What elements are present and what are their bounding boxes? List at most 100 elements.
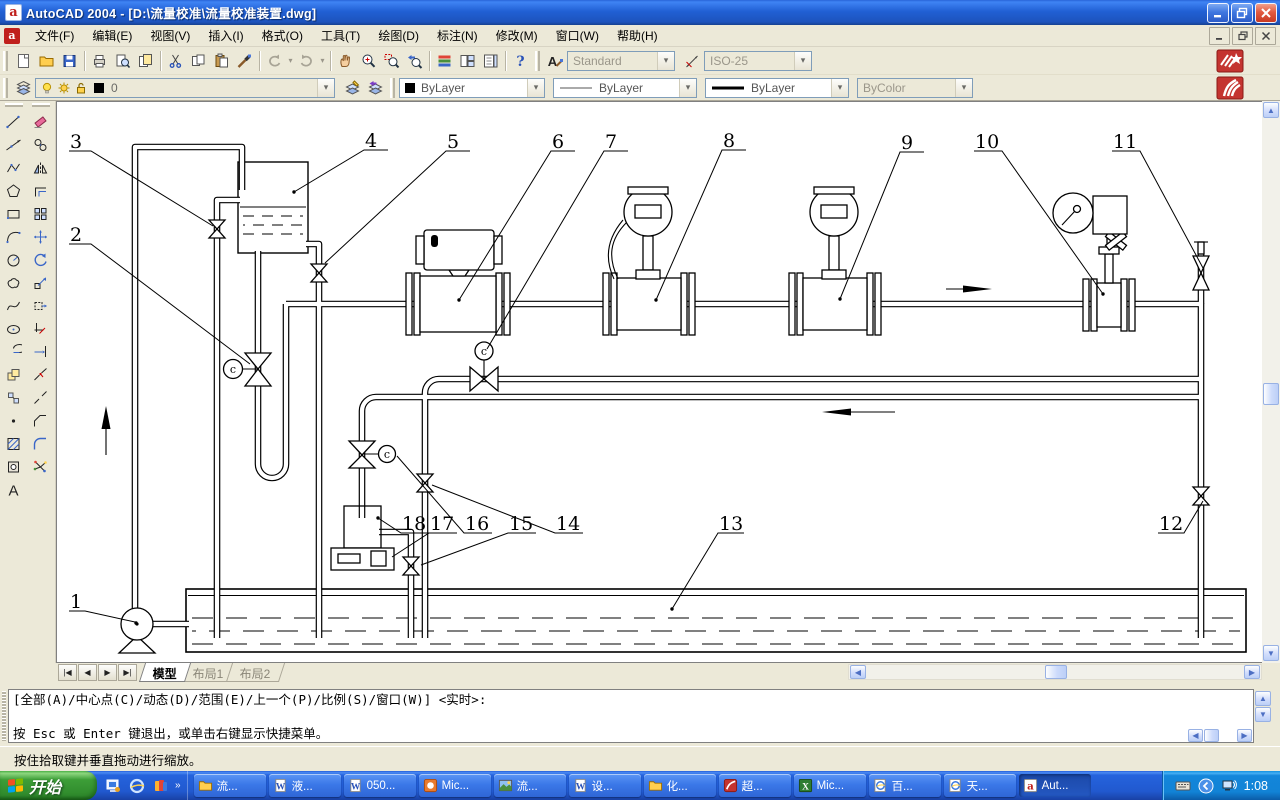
publish-icon[interactable] <box>134 50 157 72</box>
save-icon[interactable] <box>58 50 81 72</box>
menu-modify[interactable]: 修改(M) <box>487 24 547 47</box>
close-button[interactable] <box>1255 3 1277 23</box>
internet-explorer-icon[interactable] <box>128 777 146 795</box>
taskbar-item-folder-1[interactable]: 流... <box>194 774 266 797</box>
chevron-down-icon[interactable]: ▾ <box>657 52 674 70</box>
dim-style-combo[interactable]: ISO-25 ▾ <box>704 51 812 71</box>
toolbar-grip[interactable] <box>3 78 8 98</box>
break-icon[interactable] <box>29 386 53 409</box>
tab-layout2[interactable]: 布局2 <box>226 663 285 682</box>
taskbar-item-powerpoint[interactable]: Mic... <box>419 774 491 797</box>
scroll-down-icon[interactable]: ▼ <box>1263 645 1279 661</box>
taskbar-item-excel[interactable]: XMic... <box>794 774 866 797</box>
zoom-realtime-icon[interactable] <box>357 50 380 72</box>
tab-model[interactable]: 模型 <box>139 663 191 682</box>
rotate-icon[interactable] <box>29 248 53 271</box>
rectangle-icon[interactable] <box>2 202 26 225</box>
child-minimize-button[interactable] <box>1209 27 1230 45</box>
child-restore-button[interactable] <box>1232 27 1253 45</box>
new-icon[interactable] <box>12 50 35 72</box>
hatch-icon[interactable] <box>2 432 26 455</box>
ellipse-arc-icon[interactable] <box>2 340 26 363</box>
capture-tool-logo-icon[interactable] <box>1216 49 1244 73</box>
region-icon[interactable] <box>2 455 26 478</box>
menu-dimension[interactable]: 标注(N) <box>428 24 487 47</box>
menu-file[interactable]: 文件(F) <box>26 24 83 47</box>
command-text-area[interactable]: [全部(A)/中心点(C)/动态(D)/范围(E)/上一个(P)/比例(S)/窗… <box>8 689 1254 743</box>
trim-icon[interactable] <box>29 317 53 340</box>
show-desktop-icon[interactable] <box>104 777 122 795</box>
toolbar-grip[interactable] <box>32 103 50 107</box>
erase-icon[interactable] <box>29 110 53 133</box>
prev-tab-button[interactable]: ◀ <box>78 664 97 681</box>
line-icon[interactable] <box>2 110 26 133</box>
linetype-combo[interactable]: ByLayer ▾ <box>553 78 697 98</box>
toolbar-grip[interactable] <box>390 78 395 98</box>
cut-icon[interactable] <box>164 50 187 72</box>
break-at-point-icon[interactable] <box>29 363 53 386</box>
toolbar-grip[interactable] <box>535 51 540 71</box>
menu-insert[interactable]: 插入(I) <box>199 24 252 47</box>
network-status-icon[interactable] <box>1221 778 1237 794</box>
help-icon[interactable]: ? <box>509 50 532 72</box>
start-button[interactable]: 开始 <box>0 771 97 800</box>
spline-icon[interactable] <box>2 294 26 317</box>
extend-icon[interactable] <box>29 340 53 363</box>
vertical-scroll-thumb[interactable] <box>1263 383 1279 405</box>
layers-icon[interactable] <box>12 77 35 99</box>
horizontal-scroll-thumb[interactable] <box>1045 665 1067 679</box>
chevron-down-icon[interactable]: ▾ <box>679 79 696 97</box>
input-method-keyboard-icon[interactable] <box>1175 778 1191 794</box>
text-style-combo[interactable]: Standard ▾ <box>567 51 675 71</box>
lineweight-combo[interactable]: ByLayer ▾ <box>705 78 849 98</box>
taskbar-item-image[interactable]: 流... <box>494 774 566 797</box>
construction-line-icon[interactable] <box>2 133 26 156</box>
color-combo[interactable]: ByLayer ▾ <box>399 78 545 98</box>
layer-previous-icon[interactable] <box>364 77 387 99</box>
scroll-up-icon[interactable]: ▲ <box>1255 691 1271 706</box>
tool-palettes-icon[interactable] <box>479 50 502 72</box>
command-vertical-scrollbar[interactable]: ▲ ▼ <box>1255 691 1272 722</box>
stretch-icon[interactable] <box>29 294 53 317</box>
polygon-icon[interactable] <box>2 179 26 202</box>
vertical-scrollbar[interactable]: ▲ ▼ <box>1262 101 1280 663</box>
scale-icon[interactable] <box>29 271 53 294</box>
menu-tools[interactable]: 工具(T) <box>312 24 369 47</box>
taskbar-item-word-3[interactable]: W设... <box>569 774 641 797</box>
layer-combo[interactable]: 0 ▾ <box>35 78 335 98</box>
taskbar-item-word-1[interactable]: W液... <box>269 774 341 797</box>
plot-icon[interactable] <box>88 50 111 72</box>
chamfer-icon[interactable] <box>29 409 53 432</box>
child-close-button[interactable] <box>1255 27 1276 45</box>
menu-window[interactable]: 窗口(W) <box>547 24 608 47</box>
make-object-layer-current-icon[interactable] <box>341 77 364 99</box>
horizontal-scrollbar[interactable]: ◀ ▶ <box>848 664 1262 680</box>
plot-preview-icon[interactable] <box>111 50 134 72</box>
taskbar-item-folder-2[interactable]: 化... <box>644 774 716 797</box>
command-window-grip[interactable] <box>2 691 6 741</box>
taskbar-item-ie-2[interactable]: 天... <box>944 774 1016 797</box>
zoom-previous-icon[interactable] <box>403 50 426 72</box>
circle-icon[interactable] <box>2 248 26 271</box>
scroll-left-icon[interactable]: ◀ <box>850 665 866 679</box>
media-tool-logo-icon[interactable] <box>1216 76 1244 100</box>
taskbar-item-ie-1[interactable]: 百... <box>869 774 941 797</box>
mirror-icon[interactable] <box>29 156 53 179</box>
fillet-icon[interactable] <box>29 432 53 455</box>
taskbar-item-autocad[interactable]: aAut... <box>1019 774 1091 797</box>
quick-launch-chevron-icon[interactable]: » <box>175 780 181 791</box>
copy-object-icon[interactable] <box>29 133 53 156</box>
chevron-down-icon[interactable]: ▾ <box>527 79 544 97</box>
offset-icon[interactable] <box>29 179 53 202</box>
horizontal-scroll-thumb[interactable] <box>1204 729 1219 742</box>
pan-icon[interactable] <box>334 50 357 72</box>
explode-icon[interactable] <box>29 455 53 478</box>
point-icon[interactable] <box>2 409 26 432</box>
command-horizontal-scrollbar[interactable]: ◀ ▶ <box>1188 729 1252 742</box>
scroll-down-icon[interactable]: ▼ <box>1255 707 1271 722</box>
make-block-icon[interactable] <box>2 386 26 409</box>
hide-icons-chevron-icon[interactable] <box>1198 778 1214 794</box>
move-icon[interactable] <box>29 225 53 248</box>
last-tab-button[interactable]: ▶| <box>118 664 137 681</box>
properties-icon[interactable] <box>433 50 456 72</box>
